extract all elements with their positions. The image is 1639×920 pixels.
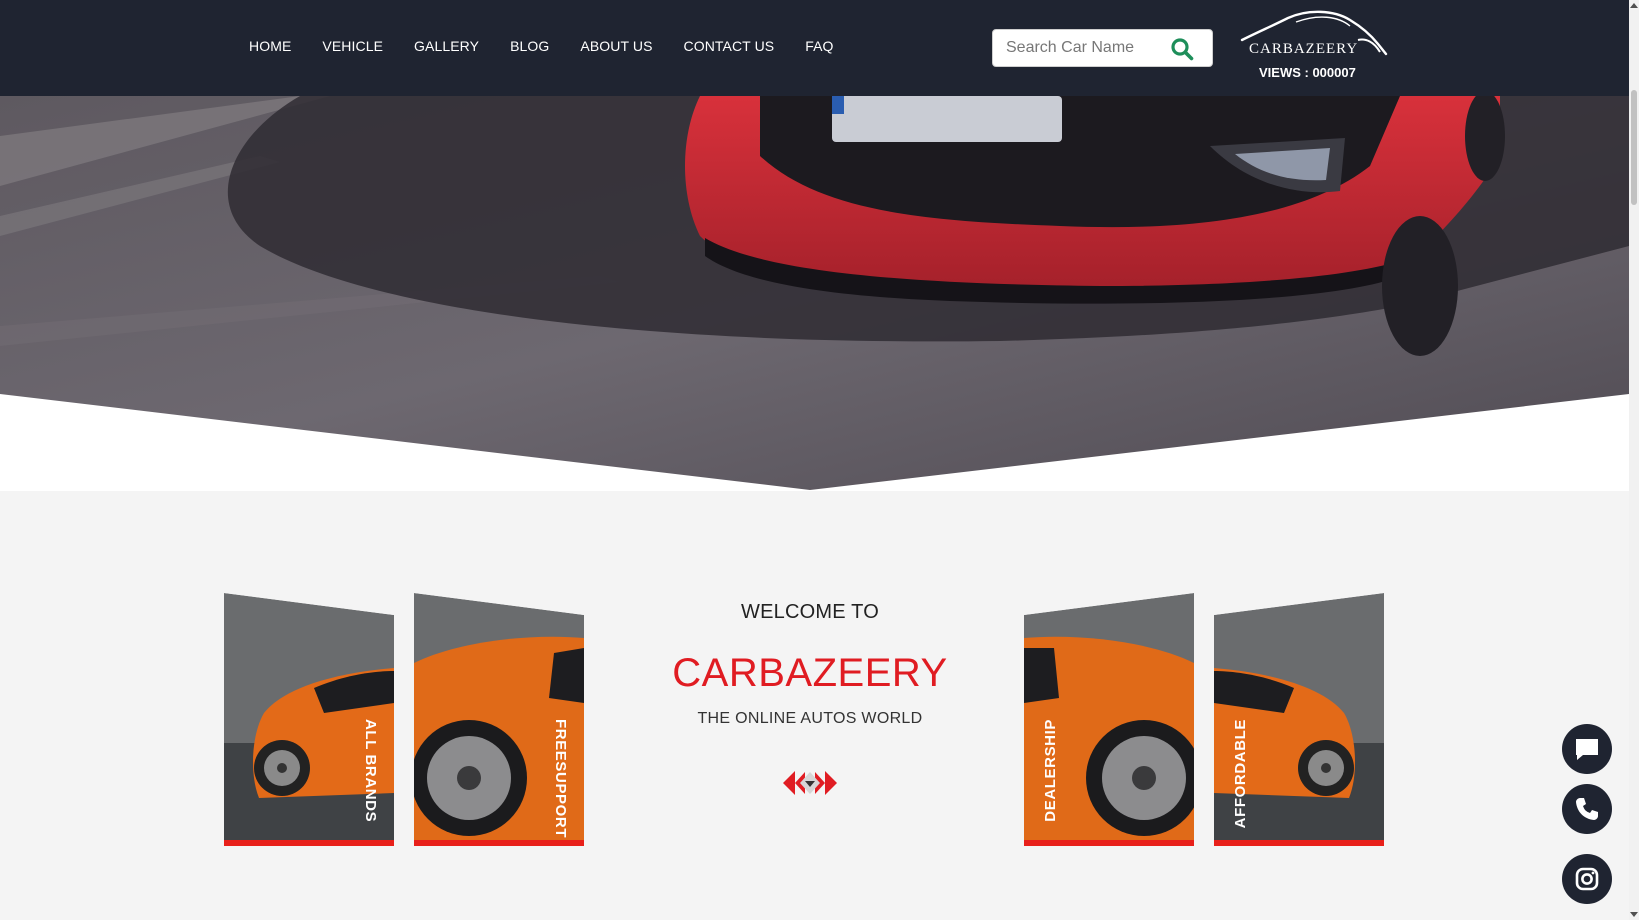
site-header: HOME VEHICLE GALLERY BLOG ABOUT US CONTA…: [0, 0, 1629, 96]
views-counter: VIEWS : 000007: [1259, 65, 1356, 80]
diamond-divider-icon: [783, 771, 837, 795]
nav-faq-link[interactable]: FAQ: [805, 38, 833, 54]
scroll-up-arrow-icon[interactable]: [1630, 3, 1638, 8]
site-logo[interactable]: CARBAZEERY VIEWS : 000007: [1238, 10, 1388, 82]
nav-about-link[interactable]: ABOUT US: [580, 38, 652, 54]
card-label: ALL BRANDS: [362, 719, 379, 823]
chat-button[interactable]: [1562, 724, 1612, 774]
card-label: DEALERSHIP: [1042, 719, 1059, 822]
search-icon[interactable]: [1170, 37, 1194, 61]
site-tagline: THE ONLINE AUTOS WORLD: [697, 710, 923, 727]
card-accent-bar: [1214, 840, 1384, 846]
card-accent-bar: [414, 840, 584, 846]
feature-card-freesupport[interactable]: FREESUPPORT: [414, 593, 584, 846]
feature-card-all-brands[interactable]: ALL BRANDS: [224, 593, 394, 846]
nav-home-link[interactable]: HOME: [249, 38, 291, 54]
page-scrollbar[interactable]: [1629, 0, 1639, 920]
search-input[interactable]: [993, 30, 1163, 66]
instagram-icon: [1575, 867, 1599, 891]
nav-gallery-link[interactable]: GALLERY: [414, 38, 479, 54]
card-label: FREESUPPORT: [552, 719, 569, 839]
main-nav: HOME VEHICLE GALLERY BLOG ABOUT US CONTA…: [249, 38, 834, 54]
welcome-section: ALL BRANDS FREESUPPORT WELCOME TO CARBAZ…: [0, 491, 1629, 920]
scrollbar-thumb[interactable]: [1631, 90, 1637, 205]
card-label: AFFORDABLE: [1232, 719, 1249, 829]
welcome-text-block: WELCOME TO CARBAZEERY THE ONLINE AUTOS W…: [610, 601, 1010, 803]
chat-icon: [1576, 739, 1598, 760]
logo-text: CARBAZEERY: [1249, 41, 1359, 57]
hero-banner: [0, 96, 1629, 491]
feature-card-affordable[interactable]: AFFORDABLE: [1214, 593, 1384, 846]
nav-vehicle-link[interactable]: VEHICLE: [322, 38, 383, 54]
card-accent-bar: [1024, 840, 1194, 846]
nav-blog-link[interactable]: BLOG: [510, 38, 549, 54]
search-box: [992, 29, 1213, 67]
scroll-down-arrow-icon[interactable]: [1630, 912, 1638, 917]
hero-car-image: [0, 96, 1629, 490]
nav-contact-link[interactable]: CONTACT US: [684, 38, 775, 54]
phone-icon: [1576, 798, 1598, 820]
site-title: CARBAZEERY: [672, 651, 948, 695]
feature-card-dealership[interactable]: DEALERSHIP: [1024, 593, 1194, 846]
welcome-heading: WELCOME TO: [741, 601, 879, 623]
card-accent-bar: [224, 840, 394, 846]
phone-button[interactable]: [1562, 784, 1612, 834]
instagram-button[interactable]: [1562, 854, 1612, 904]
